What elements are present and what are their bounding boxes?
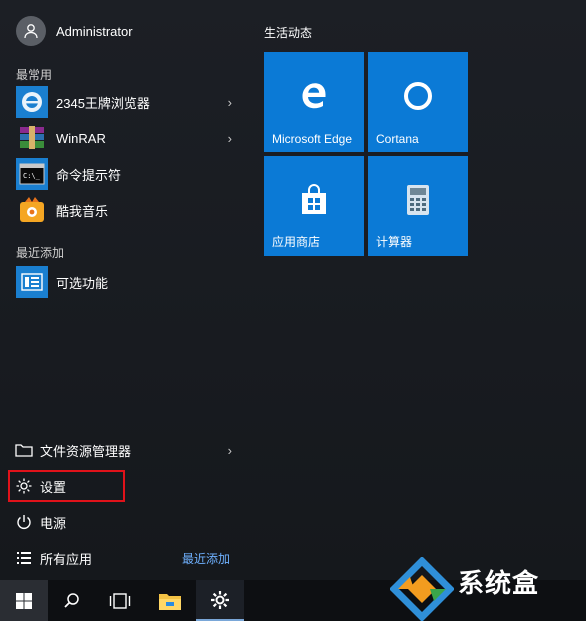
left-pane: Administrator 最常用 2345王牌浏览器 › WinRAR › C… xyxy=(0,0,248,580)
most-used-label: 最常用 xyxy=(16,68,53,82)
app-label: 可选功能 xyxy=(56,275,109,291)
all-apps-label: 所有应用 xyxy=(40,551,93,567)
tile-label: Microsoft Edge xyxy=(272,132,353,146)
app-item-optional-features[interactable]: 可选功能 xyxy=(0,264,248,300)
browser-icon xyxy=(16,86,48,118)
app-item-kuwo-music[interactable]: 酷我音乐 xyxy=(0,192,248,228)
power-label: 电源 xyxy=(40,515,67,531)
user-avatar-icon xyxy=(16,16,46,46)
cmd-icon: C:\_ xyxy=(16,158,48,190)
app-label: WinRAR xyxy=(56,130,106,146)
gear-icon xyxy=(211,590,229,609)
chevron-right-icon[interactable]: › xyxy=(228,443,232,458)
folder-icon xyxy=(159,593,181,610)
windows-logo-icon xyxy=(16,592,32,609)
list-icon xyxy=(14,548,34,568)
file-explorer-taskbar-button[interactable] xyxy=(146,580,194,621)
all-apps-button[interactable]: 所有应用 最近添加 xyxy=(0,540,248,576)
power-icon xyxy=(14,512,34,532)
task-view-icon xyxy=(109,592,131,609)
tile-store[interactable]: 应用商店 xyxy=(264,156,364,256)
tile-microsoft-edge[interactable]: Microsoft Edge xyxy=(264,52,364,152)
file-explorer-label: 文件资源管理器 xyxy=(40,443,132,459)
app-item-cmd[interactable]: C:\_ 命令提示符 xyxy=(0,156,248,192)
watermark-text: 系统盒 xyxy=(458,569,540,599)
folder-icon xyxy=(14,440,34,460)
winrar-icon xyxy=(16,122,48,154)
watermark-emblem-icon xyxy=(390,557,454,621)
recently-added-label: 最近添加 xyxy=(16,246,65,260)
settings-taskbar-button[interactable] xyxy=(196,580,244,621)
watermark-logo: 系统盒 xyxy=(386,555,586,621)
chevron-right-icon[interactable]: › xyxy=(228,95,232,110)
app-item-winrar[interactable]: WinRAR › xyxy=(0,120,248,156)
file-explorer-button[interactable]: 文件资源管理器 › xyxy=(0,432,248,468)
tile-cortana[interactable]: Cortana xyxy=(368,52,468,152)
settings-highlight-box xyxy=(8,470,125,502)
app-label: 酷我音乐 xyxy=(56,203,109,219)
svg-text:C:\_: C:\_ xyxy=(23,172,41,180)
app-label: 2345王牌浏览器 xyxy=(56,95,150,111)
chevron-right-icon[interactable]: › xyxy=(228,131,232,146)
task-view-button[interactable] xyxy=(96,580,144,621)
tile-label: 应用商店 xyxy=(272,235,321,249)
search-button[interactable] xyxy=(48,580,96,621)
tile-calculator[interactable]: 计算器 xyxy=(368,156,468,256)
start-menu: Administrator 最常用 2345王牌浏览器 › WinRAR › C… xyxy=(0,0,586,580)
optional-features-icon xyxy=(16,266,48,298)
tile-label: 计算器 xyxy=(376,235,413,249)
calculator-icon xyxy=(368,184,468,216)
user-name: Administrator xyxy=(56,23,133,39)
search-icon xyxy=(64,592,79,608)
cortana-icon xyxy=(368,80,468,112)
kuwo-icon xyxy=(16,194,48,226)
live-tiles-title: 生活动态 xyxy=(264,26,313,40)
app-label: 命令提示符 xyxy=(56,167,122,183)
power-button[interactable]: 电源 xyxy=(0,504,248,540)
app-item-2345-browser[interactable]: 2345王牌浏览器 › xyxy=(0,84,248,120)
user-account-button[interactable]: Administrator xyxy=(0,12,248,50)
start-button[interactable] xyxy=(0,580,48,621)
store-icon xyxy=(264,184,364,216)
edge-icon xyxy=(264,80,364,110)
recently-added-link[interactable]: 最近添加 xyxy=(182,550,230,567)
tile-label: Cortana xyxy=(376,132,419,146)
